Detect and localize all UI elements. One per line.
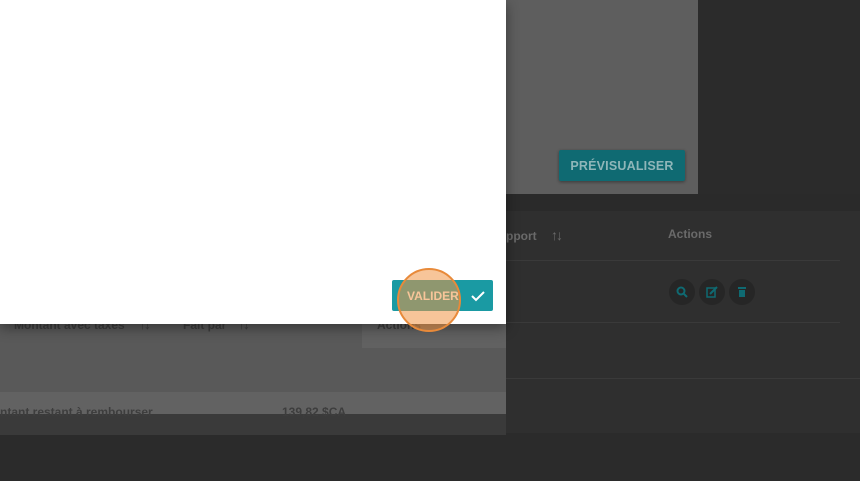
sort-icon[interactable]: ↑↓ [551, 227, 563, 243]
delete-button[interactable] [729, 279, 755, 305]
column-header-actions: Actions [668, 227, 713, 241]
view-button[interactable] [669, 279, 695, 305]
remaining-amount-label: ntant restant à rembourser [0, 405, 153, 419]
check-icon [471, 290, 485, 301]
preview-button[interactable]: PRÉVISUALISER [559, 150, 685, 181]
validate-label: VALIDER [407, 288, 459, 303]
validate-button[interactable]: VALIDER [392, 280, 493, 311]
column-header-rapport[interactable]: pport [506, 229, 537, 243]
modal-dialog [0, 0, 506, 324]
edit-button[interactable] [699, 279, 725, 305]
remaining-amount-value: 139,82 $CA [282, 405, 347, 419]
background-strip [506, 194, 860, 211]
search-icon [676, 286, 688, 298]
row-divider [506, 378, 860, 379]
row-divider [506, 322, 840, 323]
row-divider [506, 260, 840, 261]
trash-icon [738, 287, 746, 297]
edit-icon [706, 286, 718, 298]
